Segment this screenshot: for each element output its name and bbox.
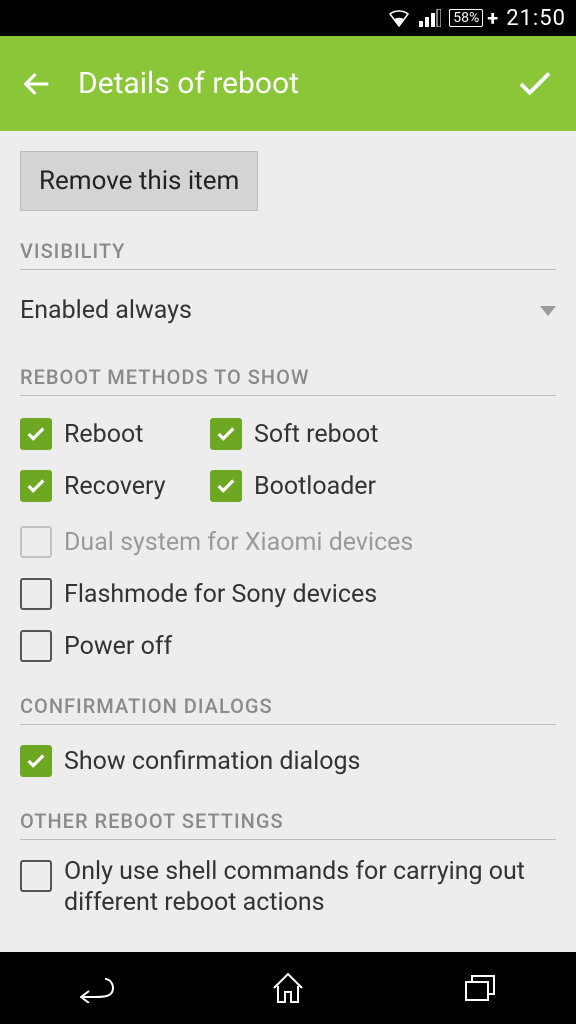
checkbox-label: Only use shell commands for carrying out… bbox=[64, 856, 556, 919]
check-icon bbox=[20, 630, 52, 662]
checkbox-label: Power off bbox=[64, 632, 172, 661]
checkbox-reboot[interactable]: Reboot bbox=[20, 414, 210, 454]
checkbox-label: Dual system for Xiaomi devices bbox=[64, 528, 413, 557]
checkbox-label: Bootloader bbox=[254, 472, 376, 501]
section-header-visibility: VISIBILITY bbox=[20, 225, 556, 270]
nav-back-icon[interactable] bbox=[74, 966, 118, 1010]
status-bar: 58% + 21:50 bbox=[0, 0, 576, 36]
app-bar: Details of reboot bbox=[0, 36, 576, 131]
checkbox-label: Flashmode for Sony devices bbox=[64, 580, 377, 609]
nav-home-icon[interactable] bbox=[266, 966, 310, 1010]
dropdown-caret-icon bbox=[540, 306, 556, 316]
wifi-icon bbox=[387, 8, 411, 28]
nav-recent-icon[interactable] bbox=[458, 966, 502, 1010]
check-icon bbox=[20, 418, 52, 450]
navigation-bar bbox=[0, 952, 576, 1024]
battery-indicator: 58% + bbox=[449, 6, 498, 30]
battery-plus-icon: + bbox=[487, 6, 498, 30]
checkbox-label: Reboot bbox=[64, 420, 143, 449]
visibility-dropdown[interactable]: Enabled always bbox=[20, 284, 556, 337]
back-icon[interactable] bbox=[20, 67, 54, 101]
checkbox-label: Soft reboot bbox=[254, 420, 378, 449]
check-icon bbox=[20, 470, 52, 502]
page-title: Details of reboot bbox=[54, 66, 514, 101]
content-area: Remove this item VISIBILITY Enabled alwa… bbox=[0, 131, 576, 952]
check-icon bbox=[210, 418, 242, 450]
checkbox-dual-system: Dual system for Xiaomi devices bbox=[20, 522, 556, 562]
checkbox-shell-commands[interactable]: Only use shell commands for carrying out… bbox=[20, 856, 556, 919]
checkbox-power-off[interactable]: Power off bbox=[20, 626, 556, 666]
visibility-selected-value: Enabled always bbox=[20, 296, 192, 325]
check-icon bbox=[20, 578, 52, 610]
checkbox-recovery[interactable]: Recovery bbox=[20, 466, 210, 506]
check-icon bbox=[20, 860, 52, 892]
checkbox-bootloader[interactable]: Bootloader bbox=[210, 466, 556, 506]
check-icon bbox=[20, 745, 52, 777]
confirmation-list: Show confirmation dialogs bbox=[20, 741, 556, 781]
section-header-other: OTHER REBOOT SETTINGS bbox=[20, 795, 556, 840]
checkbox-flashmode[interactable]: Flashmode for Sony devices bbox=[20, 574, 556, 614]
check-icon bbox=[210, 470, 242, 502]
other-settings-list: Only use shell commands for carrying out… bbox=[20, 856, 556, 919]
checkbox-label: Recovery bbox=[64, 472, 166, 501]
section-header-methods: REBOOT METHODS TO SHOW bbox=[20, 351, 556, 396]
clock: 21:50 bbox=[506, 6, 566, 31]
checkbox-show-confirmation[interactable]: Show confirmation dialogs bbox=[20, 741, 556, 781]
checkbox-label: Show confirmation dialogs bbox=[64, 747, 360, 776]
checkbox-soft-reboot[interactable]: Soft reboot bbox=[210, 414, 556, 454]
reboot-methods-grid: Reboot Soft reboot Recovery Bootloader bbox=[20, 414, 556, 506]
reboot-methods-list: Dual system for Xiaomi devices Flashmode… bbox=[20, 522, 556, 666]
check-icon bbox=[20, 526, 52, 558]
remove-item-button[interactable]: Remove this item bbox=[20, 151, 258, 211]
battery-percent: 58% bbox=[449, 9, 483, 27]
signal-icon bbox=[419, 9, 441, 27]
confirm-check-icon[interactable] bbox=[514, 63, 556, 105]
section-header-confirmation: CONFIRMATION DIALOGS bbox=[20, 680, 556, 725]
